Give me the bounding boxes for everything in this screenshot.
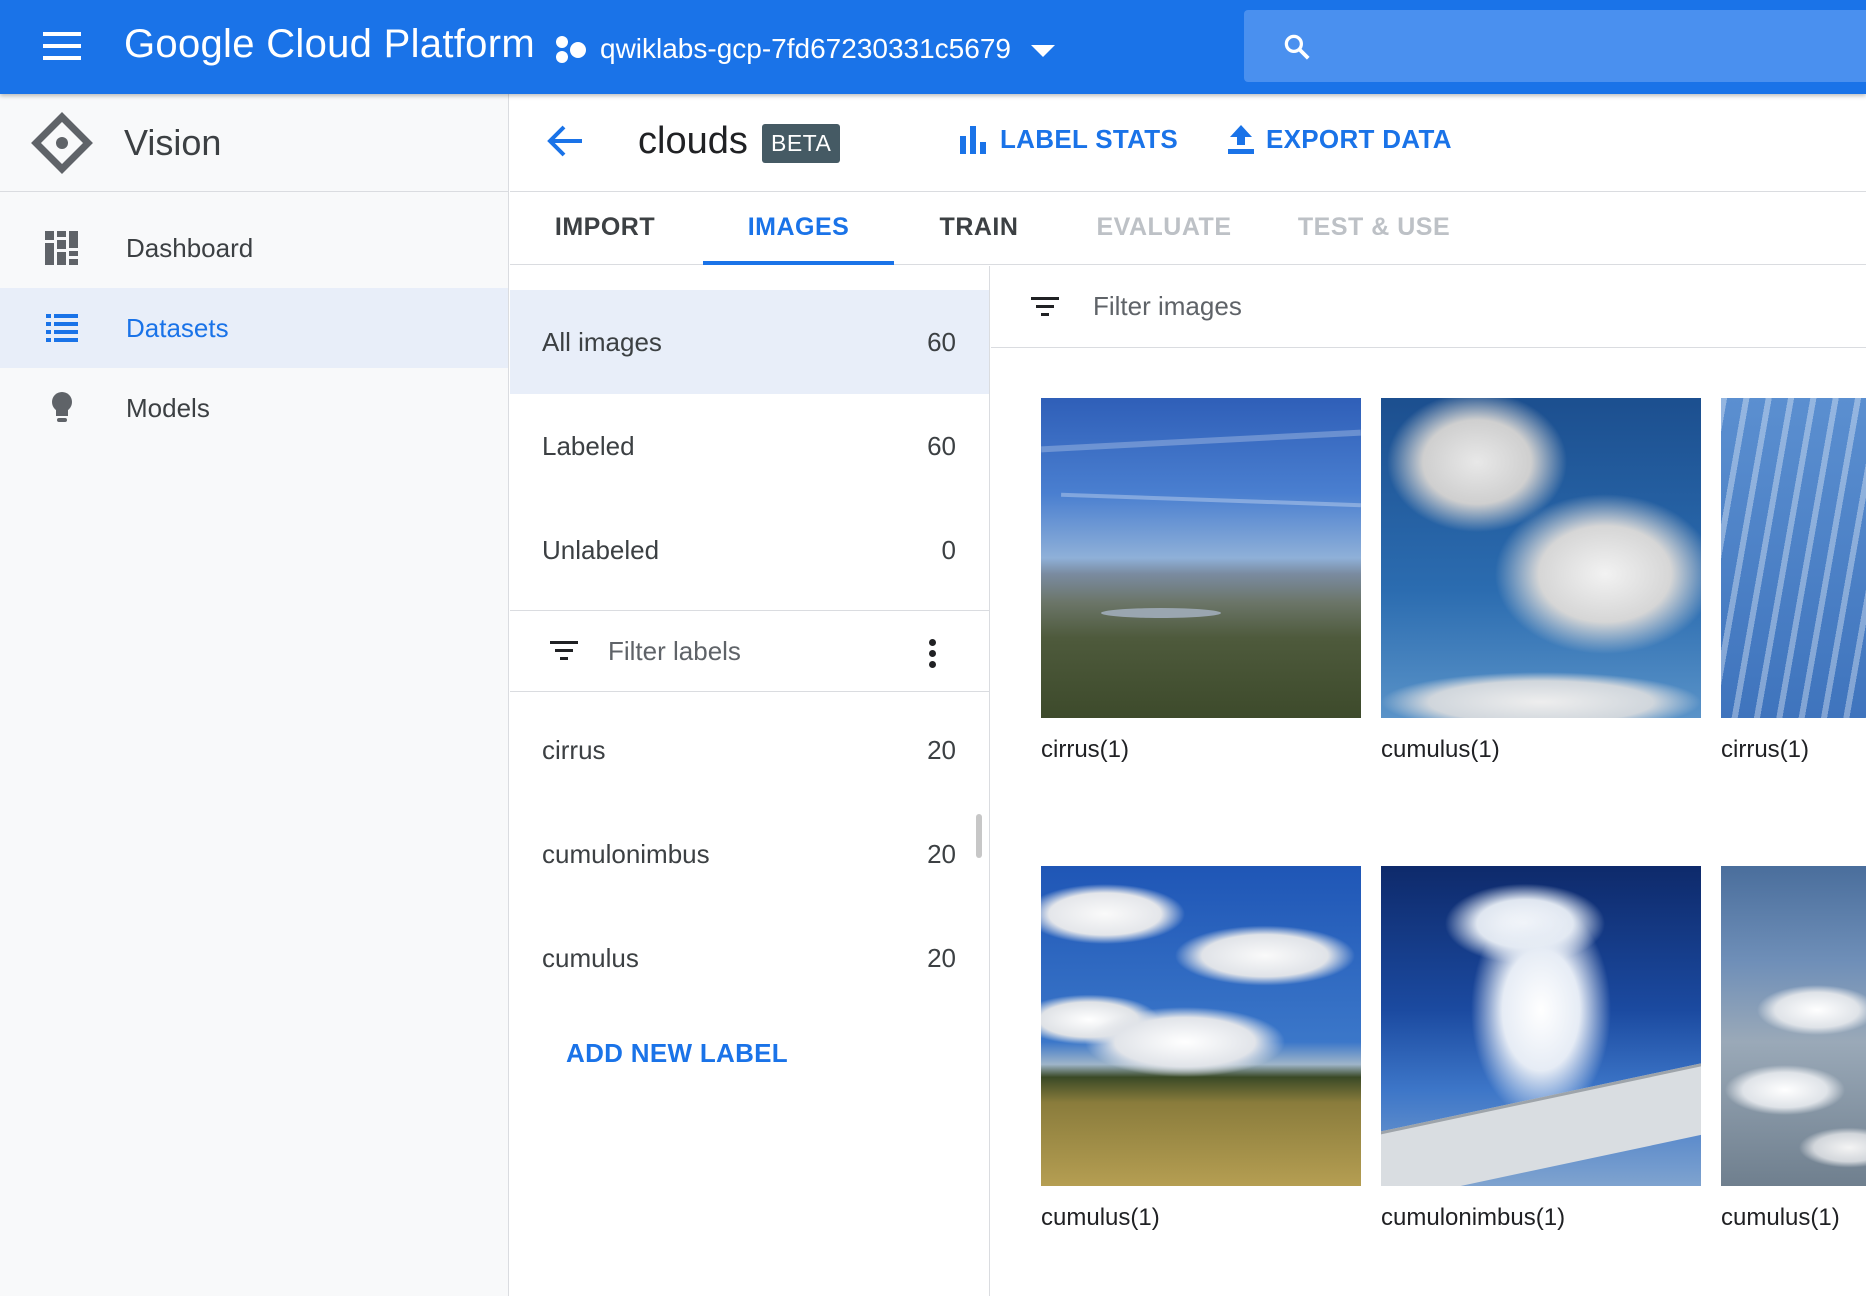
project-selector[interactable]: qwiklabs-gcp-7fd67230331c5679 <box>556 30 1055 68</box>
filter-all-images[interactable]: All images 60 <box>510 290 989 394</box>
label-stats-button[interactable]: LABEL STATS <box>960 124 1178 155</box>
export-data-label: EXPORT DATA <box>1266 124 1452 154</box>
image-thumbnail <box>1721 398 1866 718</box>
label-name: cumulonimbus <box>542 838 710 869</box>
label-name: cumulus <box>542 942 639 973</box>
image-card[interactable]: cirrus(1) <box>1721 398 1866 764</box>
scrollbar[interactable] <box>976 814 982 858</box>
beta-badge: BETA <box>762 124 841 163</box>
image-card[interactable]: cumulus(1) <box>1041 866 1361 1232</box>
filter-labeled[interactable]: Labeled 60 <box>510 394 989 498</box>
image-thumbnail <box>1721 866 1866 1186</box>
filter-icon <box>1031 296 1059 316</box>
product-header: Vision <box>0 94 508 192</box>
image-caption: cumulonimbus(1) <box>1381 1204 1566 1231</box>
nav-item-dashboard[interactable]: Dashboard <box>0 208 508 288</box>
count-label: Labeled <box>542 430 635 461</box>
tab-test-and-use: TEST & USE <box>1297 213 1451 241</box>
project-icon <box>556 34 586 64</box>
vision-logo-icon <box>31 111 93 174</box>
image-card[interactable]: cumulus(1) <box>1721 866 1866 1232</box>
image-grid-panel: Filter images cirrus(1) cumulus(1) cirru… <box>991 266 1866 1296</box>
image-card[interactable]: cumulus(1) <box>1381 398 1701 764</box>
label-count: 20 <box>927 838 956 869</box>
search-icon <box>1284 34 1310 60</box>
label-count: 20 <box>927 734 956 765</box>
label-item-cirrus[interactable]: cirrus 20 <box>510 698 989 802</box>
label-stats-label: LABEL STATS <box>1000 124 1179 154</box>
label-name: cirrus <box>542 734 606 765</box>
filter-icon <box>550 641 578 660</box>
image-caption: cumulus(1) <box>1381 736 1500 763</box>
tab-images[interactable]: IMAGES <box>703 192 894 265</box>
image-caption: cirrus(1) <box>1041 736 1129 763</box>
count-value: 0 <box>941 534 956 565</box>
label-count: 20 <box>927 942 956 973</box>
left-navigation: Vision Dashboard Datasets Models <box>0 94 509 1296</box>
dashboard-icon <box>40 226 84 270</box>
tab-evaluate: EVALUATE <box>1096 213 1232 241</box>
count-value: 60 <box>927 326 956 357</box>
label-list: cirrus 20 cumulonimbus 20 cumulus 20 <box>510 698 989 1010</box>
nav-label-datasets: Datasets <box>126 312 229 343</box>
image-thumbnail <box>1041 866 1361 1186</box>
dataset-header: clouds BETA LABEL STATS EXPORT DATA <box>510 94 1866 192</box>
bar-chart-icon <box>960 125 986 154</box>
search-bar[interactable] <box>1244 10 1866 82</box>
count-value: 60 <box>927 430 956 461</box>
filter-labels-input[interactable]: Filter labels <box>510 610 989 692</box>
image-card[interactable]: cumulonimbus(1) <box>1381 866 1701 1232</box>
count-label: Unlabeled <box>542 534 660 565</box>
top-app-bar: Google Cloud Platform qwiklabs-gcp-7fd67… <box>0 0 1866 94</box>
chevron-down-icon <box>1030 45 1055 57</box>
image-card[interactable]: cirrus(1) <box>1041 398 1361 764</box>
export-data-button[interactable]: EXPORT DATA <box>1228 124 1452 155</box>
image-caption: cumulus(1) <box>1721 1204 1840 1231</box>
image-thumbnail <box>1041 398 1361 718</box>
label-item-cumulus[interactable]: cumulus 20 <box>510 906 989 1010</box>
dataset-title: clouds <box>638 120 748 162</box>
filter-images-placeholder: Filter images <box>1093 291 1242 321</box>
filter-unlabeled[interactable]: Unlabeled 0 <box>510 498 989 602</box>
tab-bar: IMPORT IMAGES TRAIN EVALUATE TEST & USE <box>510 192 1866 265</box>
add-new-label-button[interactable]: ADD NEW LABEL <box>566 1038 788 1069</box>
image-caption: cumulus(1) <box>1041 1204 1160 1231</box>
image-thumbnail <box>1381 398 1701 718</box>
nav-label-models: Models <box>126 392 210 423</box>
label-panel: All images 60 Labeled 60 Unlabeled 0 Fil… <box>510 266 990 1296</box>
lightbulb-icon <box>40 386 84 430</box>
label-item-cumulonimbus[interactable]: cumulonimbus 20 <box>510 802 989 906</box>
back-arrow-icon[interactable] <box>546 124 584 163</box>
list-icon <box>40 306 84 350</box>
filter-images-input[interactable]: Filter images <box>991 266 1866 348</box>
tab-train[interactable]: TRAIN <box>894 192 1064 265</box>
filter-labels-placeholder: Filter labels <box>608 635 741 666</box>
nav-label-dashboard: Dashboard <box>126 232 254 263</box>
menu-icon[interactable] <box>40 32 84 62</box>
project-name: qwiklabs-gcp-7fd67230331c5679 <box>600 33 1011 64</box>
count-label: All images <box>542 326 662 357</box>
nav-item-datasets[interactable]: Datasets <box>0 288 508 368</box>
image-thumbnail <box>1381 866 1701 1186</box>
upload-icon <box>1228 124 1254 154</box>
tab-import[interactable]: IMPORT <box>510 192 700 265</box>
more-vert-icon[interactable] <box>929 639 939 672</box>
nav-item-models[interactable]: Models <box>0 368 508 448</box>
image-caption: cirrus(1) <box>1721 736 1809 763</box>
product-name: Vision <box>124 121 222 163</box>
brand-title[interactable]: Google Cloud Platform <box>124 22 535 67</box>
